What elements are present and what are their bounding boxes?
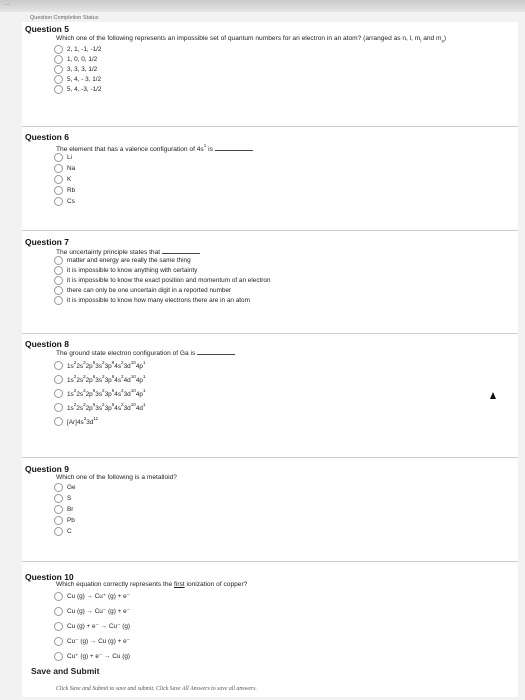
electron-configuration: 1s22s22p63s23p64s23d104p1 [67, 388, 146, 398]
radio-button[interactable] [54, 606, 63, 616]
question-prompt: The ground state electron configuration … [56, 348, 236, 357]
electron-configuration: 1s22s22p63s23p64s24d104p1 [67, 374, 146, 384]
radio-button[interactable] [54, 152, 63, 162]
radio-button[interactable] [54, 185, 63, 195]
question-title: Question 7 [25, 237, 69, 247]
answer-blank [214, 144, 253, 151]
answer-option[interactable]: Li [54, 152, 72, 162]
question-prompt: Which one of the following represents an… [56, 35, 447, 44]
answer-option[interactable]: there can only be one uncertain digit in… [54, 285, 231, 295]
radio-button[interactable] [54, 493, 63, 503]
answer-option[interactable]: K [54, 174, 71, 184]
assessment-page: Question 5 Which one of the following re… [22, 22, 518, 697]
question-5: Question 5 Which one of the following re… [22, 22, 518, 122]
radio-button[interactable] [54, 196, 63, 206]
radio-button[interactable] [54, 416, 63, 426]
answer-option[interactable]: Br [54, 504, 73, 514]
radio-button[interactable] [54, 591, 63, 601]
radio-button[interactable] [54, 265, 63, 275]
radio-button[interactable] [54, 388, 63, 398]
radio-button[interactable] [54, 54, 63, 64]
radio-button[interactable] [54, 636, 63, 646]
answer-option[interactable]: 1s22s22p63s23p64s23d104p1 [54, 388, 146, 398]
radio-button[interactable] [54, 504, 63, 514]
electron-configuration: 1s22s22p63s23p64s23d104p1 [67, 360, 146, 370]
answer-option[interactable]: it is impossible to know anything with c… [54, 265, 197, 275]
answer-option[interactable]: Na [54, 163, 75, 173]
answer-option[interactable]: S [54, 493, 71, 503]
save-and-submit-heading: Save and Submit [31, 666, 100, 676]
answer-option[interactable]: Cu⁻ (g) → Cu (g) + e⁻ [54, 636, 130, 646]
mouse-cursor-icon [490, 392, 496, 399]
instructions-note: Click Save and Submit to save and submit… [56, 686, 257, 692]
question-completion-status-link[interactable]: Question Completion Status [30, 15, 98, 21]
radio-button[interactable] [54, 174, 63, 184]
question-prompt: Which equation correctly represents the … [56, 581, 248, 588]
radio-button[interactable] [54, 515, 63, 525]
answer-blank [197, 348, 236, 355]
radio-button[interactable] [54, 482, 63, 492]
radio-button[interactable] [54, 295, 63, 305]
radio-button[interactable] [54, 163, 63, 173]
radio-button[interactable] [54, 526, 63, 536]
radio-button[interactable] [54, 285, 63, 295]
radio-button[interactable] [54, 44, 63, 54]
radio-button[interactable] [54, 255, 63, 265]
breadcrumb: … [4, 1, 10, 7]
answer-option[interactable]: it is impossible to know how many electr… [54, 295, 250, 305]
answer-option[interactable]: 1s22s22p63s23p64s23d104p1 [54, 360, 146, 370]
question-prompt: Which one of the following is a metalloi… [56, 474, 177, 481]
radio-button[interactable] [54, 64, 63, 74]
radio-button[interactable] [54, 374, 63, 384]
question-title: Question 6 [25, 132, 69, 142]
radio-button[interactable] [54, 84, 63, 94]
answer-option[interactable]: 3, 3, 3, 1/2 [54, 64, 97, 74]
radio-button[interactable] [54, 402, 63, 412]
radio-button[interactable] [54, 360, 63, 370]
answer-option[interactable]: Cu (g) + e⁻ → Cu⁻ (g) [54, 621, 130, 631]
question-6: Question 6 The element that has a valenc… [22, 126, 518, 231]
answer-option[interactable]: 1s22s22p63s23p64s23d104d1 [54, 402, 146, 412]
answer-option[interactable]: Ge [54, 482, 76, 492]
question-8: Question 8 The ground state electron con… [22, 333, 518, 458]
answer-option[interactable]: 1, 0, 0, 1/2 [54, 54, 97, 64]
radio-button[interactable] [54, 275, 63, 285]
answer-option[interactable]: 5, 4, -3, -1/2 [54, 84, 101, 94]
answer-option[interactable]: it is impossible to know the exact posit… [54, 275, 271, 285]
question-7: Question 7 The uncertainty principle sta… [22, 230, 518, 334]
question-title: Question 5 [25, 24, 69, 34]
answer-option[interactable]: 2, 1, -1, -1/2 [54, 44, 101, 54]
answer-blank [161, 247, 200, 254]
radio-button[interactable] [54, 651, 63, 661]
question-9: Question 9 Which one of the following is… [22, 457, 518, 562]
electron-configuration: [Ar]4s23d11 [67, 416, 99, 426]
answer-option[interactable]: Rb [54, 185, 75, 195]
answer-option[interactable]: Cs [54, 196, 75, 206]
answer-option[interactable]: 1s22s22p63s23p64s24d104p1 [54, 374, 146, 384]
question-prompt: The element that has a valence configura… [56, 143, 253, 153]
answer-option[interactable]: 5, 4, - 3, 1/2 [54, 74, 101, 84]
electron-configuration: 1s22s22p63s23p64s23d104d1 [67, 402, 146, 412]
question-title: Question 9 [25, 464, 69, 474]
answer-option[interactable]: Cu⁺ (g) + e⁻ → Cu (g) [54, 651, 130, 661]
answer-option[interactable]: Cu (g) → Cu⁻ (g) + e⁻ [54, 606, 130, 616]
radio-button[interactable] [54, 621, 63, 631]
answer-option[interactable]: Cu (g) → Cu⁺ (g) + e⁻ [54, 591, 130, 601]
answer-option[interactable]: matter and energy are really the same th… [54, 255, 191, 265]
top-bar: … [0, 0, 525, 12]
question-10: Question 10 Which equation correctly rep… [22, 561, 518, 661]
answer-option[interactable]: Pb [54, 515, 75, 525]
answer-option[interactable]: [Ar]4s23d11 [54, 416, 98, 426]
radio-button[interactable] [54, 74, 63, 84]
answer-option[interactable]: C [54, 526, 72, 536]
